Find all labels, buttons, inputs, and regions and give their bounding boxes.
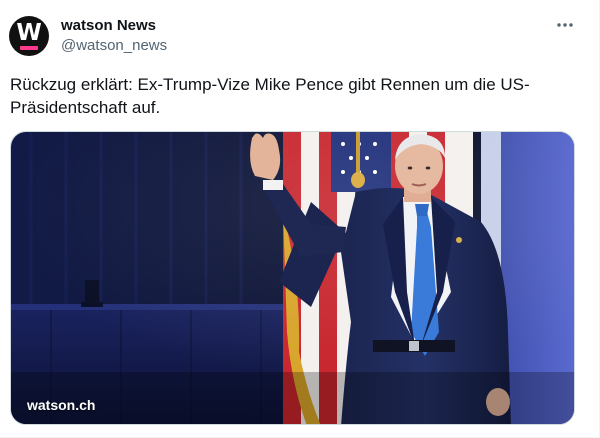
tweet-media[interactable]: watson.ch [10,131,575,425]
avatar-logo-accent [20,46,38,50]
tweet-photo [11,132,574,424]
avatar[interactable]: W [9,16,49,56]
avatar-logo-letter: W [16,20,42,46]
more-options-button[interactable] [548,14,582,36]
media-source-caption: watson.ch [27,397,96,413]
tweet-card[interactable]: W watson News @watson_news Rückzug erklä… [0,0,600,438]
tweet-text: Rückzug erklärt: Ex-Trump-Vize Mike Penc… [10,75,530,117]
display-name[interactable]: watson News [61,17,156,35]
more-horizontal-icon [557,23,573,27]
user-handle[interactable]: @watson_news [61,37,167,55]
